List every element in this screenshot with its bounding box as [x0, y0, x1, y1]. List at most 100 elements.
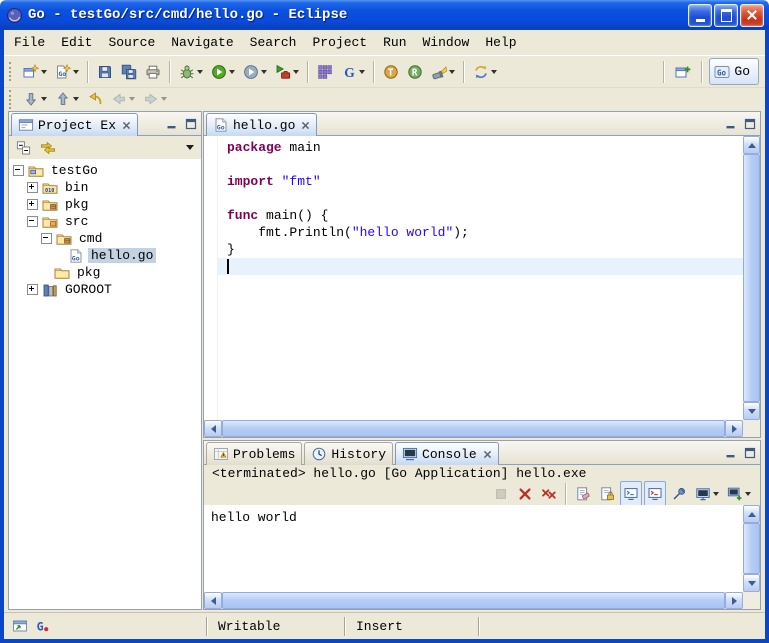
clear-console-button[interactable] [572, 481, 594, 507]
dropdown-arrow-icon[interactable] [261, 70, 267, 74]
debug-button[interactable] [176, 59, 206, 85]
new-wizard-button[interactable] [20, 59, 50, 85]
code-line[interactable]: fmt.Println("hello world"); [218, 224, 743, 241]
code-line[interactable]: import "fmt" [218, 173, 743, 190]
minimize-view-button[interactable] [724, 117, 738, 131]
menu-project[interactable]: Project [304, 33, 375, 52]
maximize-view-button[interactable] [743, 446, 757, 460]
collapse-icon[interactable] [27, 216, 38, 227]
scroll-right-button[interactable] [725, 420, 743, 437]
scroll-left-button[interactable] [204, 420, 222, 437]
close-tab-icon[interactable] [301, 121, 310, 130]
editor-horizontal-scrollbar[interactable] [204, 420, 743, 437]
collapse-icon[interactable] [41, 233, 52, 244]
dropdown-arrow-icon[interactable] [491, 70, 497, 74]
tree-item-testgo[interactable]: testGo [9, 162, 201, 179]
tab-problems[interactable]: Problems [206, 442, 302, 465]
editor-vertical-scrollbar[interactable] [743, 136, 760, 420]
show-stdout-button[interactable] [620, 481, 642, 507]
dropdown-arrow-icon[interactable] [745, 492, 751, 496]
collapse-all-button[interactable] [13, 135, 35, 161]
view-menu-button[interactable] [183, 135, 197, 161]
show-stderr-button[interactable] [644, 481, 666, 507]
open-type-button[interactable]: T [380, 59, 402, 85]
scrollbar-thumb[interactable] [743, 523, 760, 574]
menu-source[interactable]: Source [100, 33, 163, 52]
console-output[interactable]: hello world [204, 505, 743, 592]
run-button[interactable] [208, 59, 238, 85]
open-resource-button[interactable]: R [404, 59, 426, 85]
search-button[interactable] [428, 59, 458, 85]
menu-navigate[interactable]: Navigate [163, 33, 241, 52]
print-button[interactable] [142, 59, 164, 85]
dropdown-arrow-icon[interactable] [449, 70, 455, 74]
scroll-up-button[interactable] [743, 136, 760, 154]
close-window-button[interactable] [740, 4, 764, 27]
dropdown-arrow-icon[interactable] [129, 97, 135, 101]
next-annotation-button[interactable] [20, 86, 50, 112]
external-tools-button[interactable] [272, 59, 302, 85]
minimize-view-button[interactable] [165, 117, 179, 131]
tree-item-goroot[interactable]: GOROOT [9, 281, 201, 298]
save-button[interactable] [94, 59, 116, 85]
open-console-button[interactable] [724, 481, 754, 507]
menu-help[interactable]: Help [477, 33, 524, 52]
run-history-button[interactable] [240, 59, 270, 85]
scroll-right-button[interactable] [725, 592, 743, 609]
scroll-down-button[interactable] [743, 574, 760, 592]
dropdown-arrow-icon[interactable] [359, 70, 365, 74]
console-vertical-scrollbar[interactable] [743, 505, 760, 592]
code-line[interactable] [218, 156, 743, 173]
save-all-button[interactable] [118, 59, 140, 85]
terminate-button[interactable] [490, 481, 512, 507]
dropdown-arrow-icon[interactable] [229, 70, 235, 74]
tree-item-hello-go[interactable]: Gohello.go [9, 247, 201, 264]
remove-all-launches-button[interactable] [538, 481, 560, 507]
dropdown-arrow-icon[interactable] [41, 70, 47, 74]
minimize-view-button[interactable] [724, 446, 738, 460]
tab-project-explorer[interactable]: Project Ex [11, 113, 138, 136]
team-sync-button[interactable] [470, 59, 500, 85]
code-area[interactable]: package main import "fmt" func main() { fm… [204, 136, 743, 420]
menu-window[interactable]: Window [415, 33, 478, 52]
dropdown-arrow-icon[interactable] [73, 70, 79, 74]
maximize-view-button[interactable] [184, 117, 198, 131]
scroll-down-button[interactable] [743, 402, 760, 420]
toolbar-grip[interactable] [9, 62, 15, 81]
console-horizontal-scrollbar[interactable] [204, 592, 743, 609]
dropdown-arrow-icon[interactable] [161, 97, 167, 101]
dropdown-arrow-icon[interactable] [713, 492, 719, 496]
maximize-window-button[interactable] [714, 4, 738, 27]
code-line[interactable] [218, 190, 743, 207]
open-perspective-button[interactable] [672, 59, 694, 85]
expand-icon[interactable] [27, 284, 38, 295]
toolbar-grip[interactable] [9, 90, 15, 109]
tab-hello-go[interactable]: Go hello.go [206, 113, 317, 136]
expand-icon[interactable] [27, 182, 38, 193]
tree-item-cmd[interactable]: cmd [9, 230, 201, 247]
menu-run[interactable]: Run [375, 33, 414, 52]
dropdown-arrow-icon[interactable] [197, 70, 203, 74]
go-package-button[interactable] [314, 59, 336, 85]
remove-launch-button[interactable] [514, 481, 536, 507]
pin-console-button[interactable] [668, 481, 690, 507]
expand-icon[interactable] [27, 199, 38, 210]
scroll-lock-button[interactable] [596, 481, 618, 507]
collapse-icon[interactable] [13, 165, 24, 176]
go-perspective-button[interactable]: Go Go [709, 58, 759, 85]
tab-console[interactable]: Console [395, 442, 499, 465]
titlebar[interactable]: Go - testGo/src/cmd/hello.go - Eclipse [0, 0, 769, 30]
back-button[interactable] [108, 86, 138, 112]
tree-item-pkg[interactable]: pkg [9, 264, 201, 281]
tab-history[interactable]: History [304, 442, 393, 465]
tree-item-bin[interactable]: 010bin [9, 179, 201, 196]
close-tab-icon[interactable] [483, 450, 492, 459]
tree-item-src[interactable]: src [9, 213, 201, 230]
code-line[interactable]: package main [218, 139, 743, 156]
menu-search[interactable]: Search [242, 33, 305, 52]
new-go-element-button[interactable]: Go [52, 59, 82, 85]
last-edit-location-button[interactable] [84, 86, 106, 112]
go-type-button[interactable]: G [338, 59, 368, 85]
dropdown-arrow-icon[interactable] [293, 70, 299, 74]
code-line[interactable]: func main() { [218, 207, 743, 224]
